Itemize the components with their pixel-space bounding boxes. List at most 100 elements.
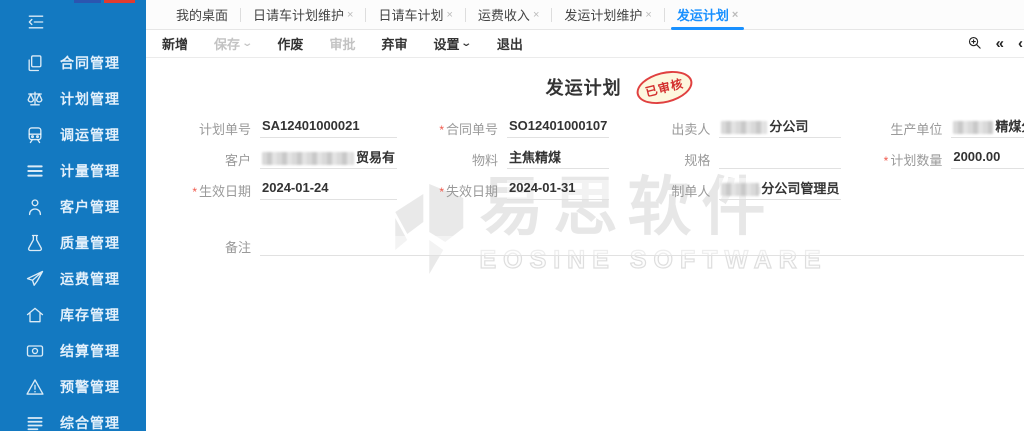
logo-fragment-red xyxy=(104,0,135,3)
home-icon xyxy=(24,304,46,326)
form-field: 出卖人分公司 xyxy=(615,116,841,138)
required-asterisk: * xyxy=(192,185,197,199)
sidebar-item-contract[interactable]: 合同管理 xyxy=(0,45,146,81)
toolbar-button[interactable]: 退出 xyxy=(497,34,523,53)
tab-item[interactable]: 我的桌面 xyxy=(164,0,240,30)
field-input[interactable]: 分公司管理员 xyxy=(719,178,841,200)
toolbar-button[interactable]: 保存⌄ xyxy=(214,34,251,53)
content-area: 易思软件 EOSINE SOFTWARE 发运计划 已审核 计划单号SA1240… xyxy=(146,58,1024,431)
form-grid: 计划单号SA12401000021*合同单号SO12401000107出卖人分公… xyxy=(156,116,1024,200)
sidebar-item-label: 计量管理 xyxy=(60,161,120,181)
sidebar-item-label: 客户管理 xyxy=(60,197,120,217)
toolbar: 新增保存⌄作废审批弃审设置⌄退出«‹›» xyxy=(146,30,1024,58)
redacted-text xyxy=(721,183,759,196)
chevron-down-icon: ⌄ xyxy=(241,38,253,49)
tab-close-icon[interactable]: × xyxy=(446,9,452,21)
field-label: 客户 xyxy=(156,150,260,169)
field-input[interactable] xyxy=(719,149,841,169)
remark-input[interactable] xyxy=(260,236,1024,256)
plane-icon xyxy=(24,268,46,290)
toolbar-button-label: 审批 xyxy=(329,34,355,53)
field-label: *合同单号 xyxy=(403,119,507,138)
zoom-in-icon[interactable] xyxy=(967,35,982,53)
tab-close-icon[interactable]: × xyxy=(347,9,353,21)
field-input[interactable]: 贸易有 xyxy=(260,147,397,169)
redacted-text xyxy=(262,152,354,165)
required-asterisk: * xyxy=(439,123,444,137)
field-input[interactable]: 分公司 xyxy=(719,116,841,138)
sidebar-item-label: 库存管理 xyxy=(60,305,120,325)
toolbar-button[interactable]: 设置⌄ xyxy=(433,34,470,53)
tab-item[interactable]: 发运计划维护× xyxy=(552,0,663,30)
sidebar-menu: 合同管理计划管理调运管理计量管理客户管理质量管理运费管理库存管理结算管理预警管理… xyxy=(0,45,146,431)
main-area: 我的桌面日请车计划维护×日请车计划×运费收入×发运计划维护×发运计划× 新增保存… xyxy=(146,0,1024,431)
form-field: *合同单号SO12401000107 xyxy=(403,116,609,138)
remark-row: 备注 xyxy=(156,236,1024,256)
field-input[interactable]: 主焦精煤 xyxy=(507,147,609,169)
field-input[interactable]: 2024-01-31 xyxy=(507,180,609,200)
approved-stamp: 已审核 xyxy=(633,65,696,109)
form-field: 制单人分公司管理员 xyxy=(615,178,841,200)
tab-close-icon[interactable]: × xyxy=(533,9,539,21)
sidebar-item-label: 调运管理 xyxy=(60,125,120,145)
tab-label: 运费收入 xyxy=(478,5,530,24)
sidebar-item-warning[interactable]: 预警管理 xyxy=(0,369,146,405)
toolbar-button-label: 新增 xyxy=(162,34,188,53)
required-asterisk: * xyxy=(884,154,889,168)
sidebar-item-plane[interactable]: 运费管理 xyxy=(0,261,146,297)
toolbar-button-label: 保存 xyxy=(214,34,240,53)
tab-label: 日请车计划维护 xyxy=(253,5,344,24)
sidebar-item-home[interactable]: 库存管理 xyxy=(0,297,146,333)
toolbar-button-label: 设置 xyxy=(433,34,459,53)
app-window: 合同管理计划管理调运管理计量管理客户管理质量管理运费管理库存管理结算管理预警管理… xyxy=(0,0,1024,431)
flask-icon xyxy=(24,232,46,254)
sidebar-item-person[interactable]: 客户管理 xyxy=(0,189,146,225)
sidebar: 合同管理计划管理调运管理计量管理客户管理质量管理运费管理库存管理结算管理预警管理… xyxy=(0,0,146,431)
tab-close-icon[interactable]: × xyxy=(645,9,651,21)
sidebar-item-list[interactable]: 计量管理 xyxy=(0,153,146,189)
field-input[interactable]: SO12401000107 xyxy=(507,118,609,138)
redacted-text xyxy=(721,121,767,134)
sidebar-item-label: 运费管理 xyxy=(60,269,120,289)
record-nav: «‹›» xyxy=(967,35,1024,53)
sidebar-item-train[interactable]: 调运管理 xyxy=(0,117,146,153)
toolbar-button[interactable]: 作废 xyxy=(277,34,303,53)
tab-close-icon[interactable]: × xyxy=(732,9,738,21)
sidebar-item-label: 预警管理 xyxy=(60,377,120,397)
tab-item[interactable]: 日请车计划× xyxy=(366,0,464,30)
toolbar-button-label: 退出 xyxy=(497,34,523,53)
toolbar-button[interactable]: 弃审 xyxy=(381,34,407,53)
field-input[interactable]: 2000.00 xyxy=(951,149,1024,169)
field-label: 出卖人 xyxy=(615,119,719,138)
tab-active[interactable]: 发运计划× xyxy=(665,0,750,30)
logo-fragment-blue xyxy=(74,0,101,3)
money-icon xyxy=(24,340,46,362)
tab-item[interactable]: 日请车计划维护× xyxy=(241,0,365,30)
form-field: *计划数量2000.00 xyxy=(847,147,1024,169)
form-field: 规格 xyxy=(615,147,841,169)
first-page-icon[interactable]: « xyxy=(996,36,1004,51)
sidebar-item-flask[interactable]: 质量管理 xyxy=(0,225,146,261)
prev-page-icon[interactable]: ‹ xyxy=(1018,36,1023,51)
field-input[interactable]: 精煤分公司 xyxy=(951,116,1024,138)
form-field: 客户贸易有 xyxy=(156,147,397,169)
toolbar-button-label: 作废 xyxy=(277,34,303,53)
form-field: 计划单号SA12401000021 xyxy=(156,116,397,138)
form-field: 生产单位精煤分公司 xyxy=(847,116,1024,138)
field-label: 备注 xyxy=(156,237,260,256)
required-asterisk: * xyxy=(439,185,444,199)
sidebar-collapse-button[interactable] xyxy=(0,0,146,45)
field-label: 计划单号 xyxy=(156,119,260,138)
sidebar-item-stack[interactable]: 综合管理 xyxy=(0,405,146,431)
tab-item[interactable]: 运费收入× xyxy=(466,0,551,30)
sidebar-item-scales[interactable]: 计划管理 xyxy=(0,81,146,117)
tab-label: 我的桌面 xyxy=(176,5,228,24)
field-input[interactable]: 2024-01-24 xyxy=(260,180,397,200)
field-input[interactable]: SA12401000021 xyxy=(260,118,397,138)
sidebar-item-money[interactable]: 结算管理 xyxy=(0,333,146,369)
toolbar-button[interactable]: 审批 xyxy=(329,34,355,53)
contract-icon xyxy=(24,52,46,74)
stack-icon xyxy=(24,412,46,431)
toolbar-button[interactable]: 新增 xyxy=(162,34,188,53)
field-label: 制单人 xyxy=(615,181,719,200)
